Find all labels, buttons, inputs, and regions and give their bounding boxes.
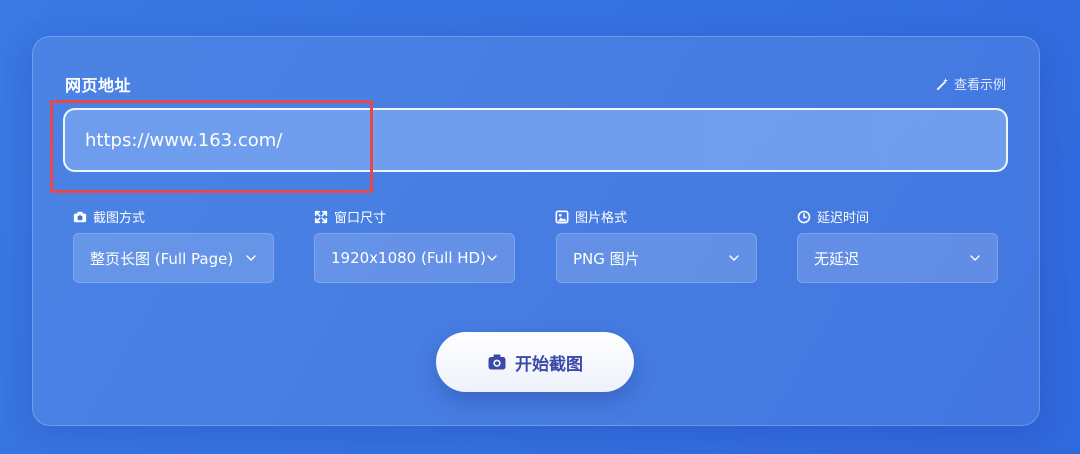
delay-label: 延迟时间 — [797, 207, 869, 226]
example-link[interactable]: 查看示例 — [936, 74, 1006, 93]
magic-wand-icon — [936, 77, 949, 90]
delay-label-text: 延迟时间 — [817, 211, 870, 226]
url-label: 网页地址 — [65, 76, 132, 95]
window-size-label: 窗口尺寸 — [314, 207, 386, 226]
clock-icon — [797, 210, 811, 223]
window-size-value: 1920x1080 (Full HD) — [331, 249, 486, 267]
window-size-label-text: 窗口尺寸 — [334, 211, 387, 226]
image-format-select[interactable]: PNG 图片 — [556, 233, 757, 283]
camera-icon — [488, 354, 506, 370]
image-format-label: 图片格式 — [555, 207, 627, 226]
example-link-label[interactable]: 查看示例 — [954, 74, 1006, 93]
delay-value: 无延迟 — [814, 249, 860, 268]
image-format-value: PNG 图片 — [573, 249, 640, 268]
start-capture-button[interactable]: 开始截图 — [436, 332, 634, 392]
start-capture-label: 开始截图 — [515, 354, 583, 375]
chevron-down-icon — [246, 255, 256, 261]
capture-mode-select[interactable]: 整页长图 (Full Page) — [73, 233, 274, 283]
image-format-label-text: 图片格式 — [575, 211, 628, 226]
expand-icon — [314, 210, 328, 223]
capture-mode-value: 整页长图 (Full Page) — [90, 249, 234, 268]
image-icon — [555, 210, 569, 223]
chevron-down-icon — [729, 255, 739, 261]
camera-icon — [73, 211, 87, 222]
url-input[interactable] — [63, 108, 1008, 172]
chevron-down-icon — [487, 255, 497, 261]
window-size-select[interactable]: 1920x1080 (Full HD) — [314, 233, 515, 283]
chevron-down-icon — [970, 255, 980, 261]
delay-select[interactable]: 无延迟 — [797, 233, 998, 283]
capture-mode-label-text: 截图方式 — [93, 211, 146, 226]
capture-mode-label: 截图方式 — [73, 207, 145, 226]
